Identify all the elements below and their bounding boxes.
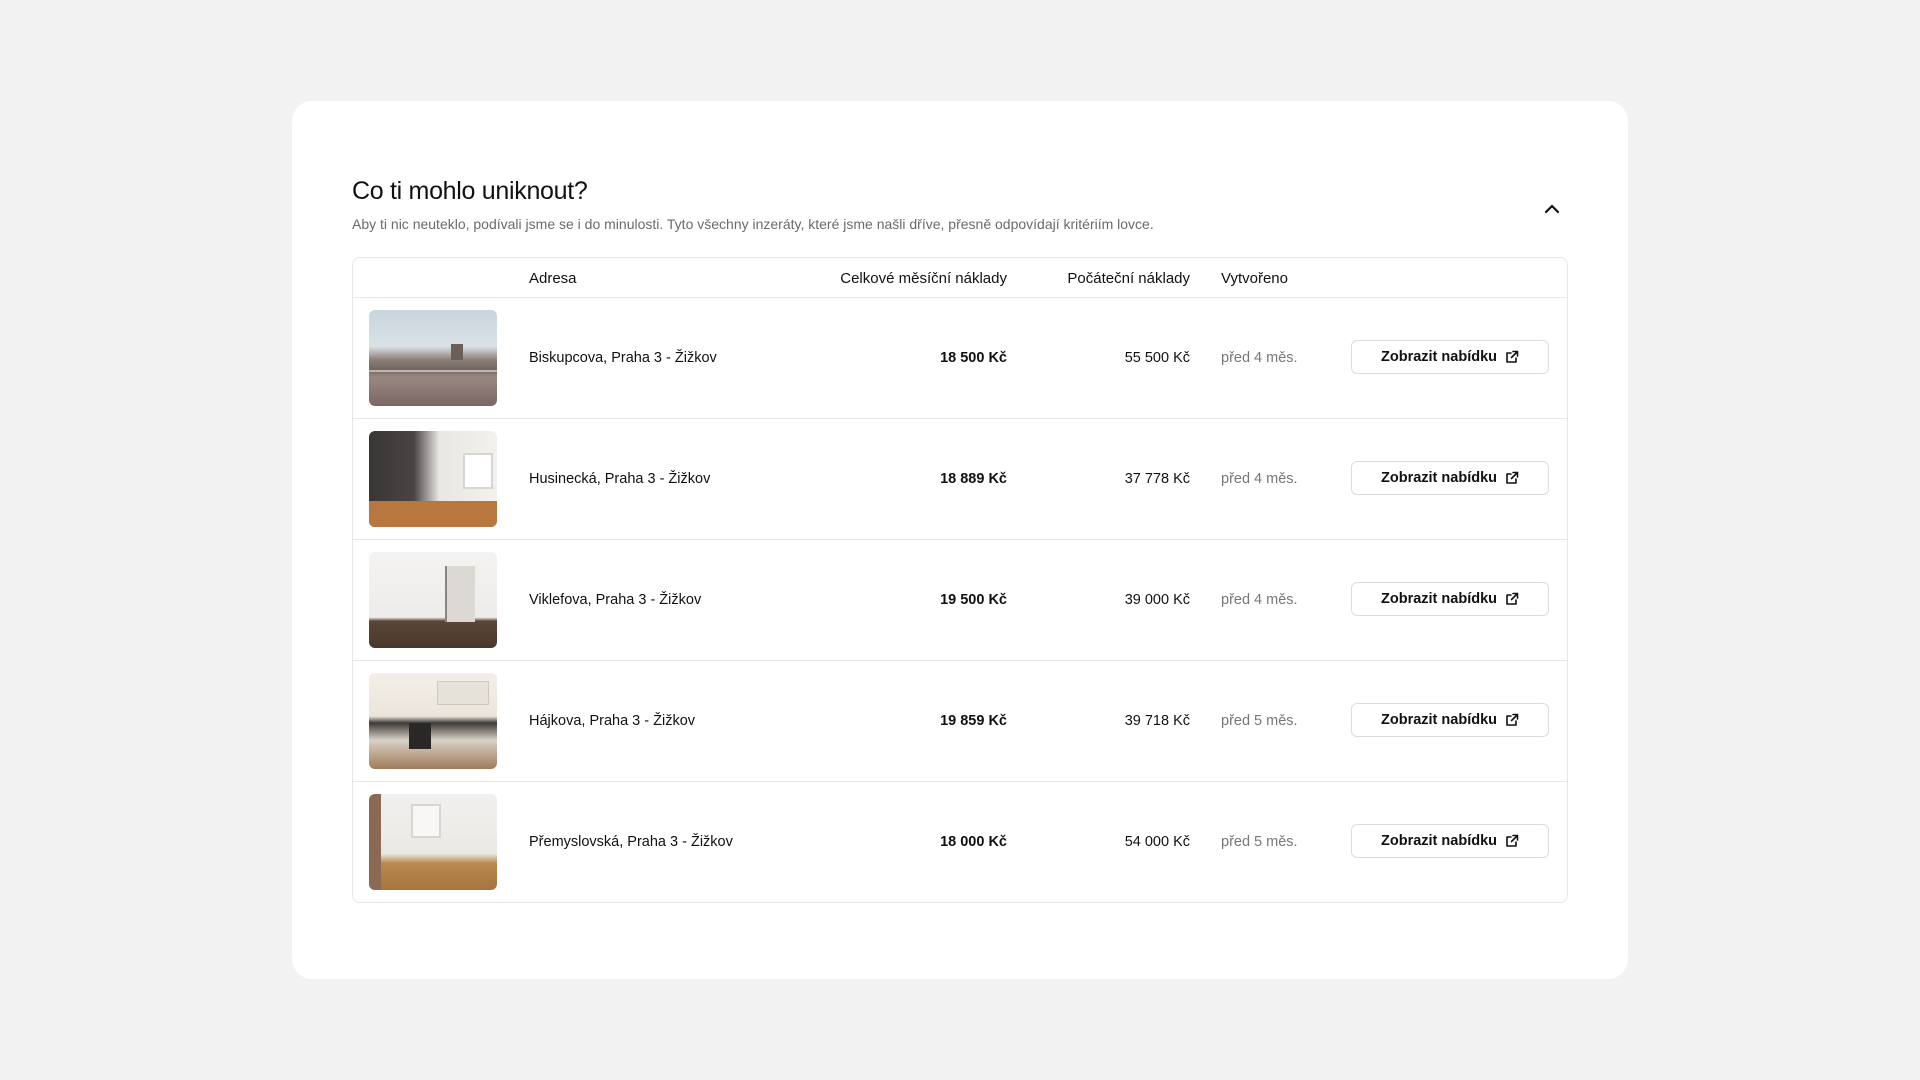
listing-initial-costs: 39 000 Kč — [1124, 592, 1190, 608]
table-row: Biskupcova, Praha 3 - Žižkov 18 500 Kč 5… — [353, 298, 1567, 419]
listing-address: Husinecká, Praha 3 - Žižkov — [529, 471, 711, 487]
view-offer-label: Zobrazit nabídku — [1381, 591, 1497, 607]
listing-address: Biskupcova, Praha 3 - Žižkov — [529, 350, 717, 366]
table-row: Hájkova, Praha 3 - Žižkov 19 859 Kč 39 7… — [353, 661, 1567, 782]
view-offer-label: Zobrazit nabídku — [1381, 470, 1497, 486]
listing-created: před 4 měs. — [1221, 592, 1298, 608]
section-title: Co ti mohlo uniknout? — [352, 177, 588, 205]
table-row: Přemyslovská, Praha 3 - Žižkov 18 000 Kč… — [353, 782, 1567, 902]
listings-table: Adresa Celkové měsíční náklady Počáteční… — [352, 257, 1568, 903]
listing-initial-costs: 55 500 Kč — [1124, 350, 1190, 366]
listing-address: Hájkova, Praha 3 - Žižkov — [529, 713, 696, 729]
external-link-icon — [1506, 713, 1519, 726]
table-row: Husinecká, Praha 3 - Žižkov 18 889 Kč 37… — [353, 419, 1567, 540]
listing-monthly-costs: 19 500 Kč — [940, 592, 1007, 608]
listing-photo[interactable] — [369, 552, 497, 648]
collapse-button[interactable] — [1536, 193, 1568, 225]
listing-address: Přemyslovská, Praha 3 - Žižkov — [529, 834, 733, 850]
listing-initial-costs: 54 000 Kč — [1124, 834, 1190, 850]
listing-initial-costs: 39 718 Kč — [1124, 713, 1190, 729]
listing-photo[interactable] — [369, 673, 497, 769]
table-row: Viklefova, Praha 3 - Žižkov 19 500 Kč 39… — [353, 540, 1567, 661]
table-header: Adresa Celkové měsíční náklady Počáteční… — [353, 258, 1567, 298]
view-offer-button[interactable]: Zobrazit nabídku — [1351, 824, 1549, 858]
external-link-icon — [1506, 471, 1519, 484]
view-offer-label: Zobrazit nabídku — [1381, 712, 1497, 728]
section-header: Co ti mohlo uniknout? Aby ti nic neutekl… — [352, 177, 1568, 232]
external-link-icon — [1506, 592, 1519, 605]
view-offer-button[interactable]: Zobrazit nabídku — [1351, 703, 1549, 737]
listing-monthly-costs: 18 500 Kč — [940, 350, 1007, 366]
view-offer-button[interactable]: Zobrazit nabídku — [1351, 461, 1549, 495]
listing-photo[interactable] — [369, 310, 497, 406]
listing-created: před 4 měs. — [1221, 471, 1298, 487]
view-offer-button[interactable]: Zobrazit nabídku — [1351, 582, 1549, 616]
listing-created: před 5 měs. — [1221, 713, 1298, 729]
listing-created: před 4 měs. — [1221, 350, 1298, 366]
listing-address: Viklefova, Praha 3 - Žižkov — [529, 592, 702, 608]
listing-photo[interactable] — [369, 794, 497, 890]
listing-monthly-costs: 19 859 Kč — [940, 713, 1007, 729]
header-created: Vytvořeno — [1221, 270, 1288, 287]
external-link-icon — [1506, 350, 1519, 363]
chevron-up-icon — [1544, 204, 1560, 214]
listing-monthly-costs: 18 889 Kč — [940, 471, 1007, 487]
header-initial-costs: Počáteční náklady — [1067, 270, 1190, 287]
view-offer-button[interactable]: Zobrazit nabídku — [1351, 340, 1549, 374]
header-monthly-costs: Celkové měsíční náklady — [840, 270, 1007, 287]
external-link-icon — [1506, 834, 1519, 847]
listing-monthly-costs: 18 000 Kč — [940, 834, 1007, 850]
section-subtitle: Aby ti nic neuteklo, podívali jsme se i … — [352, 216, 1154, 232]
view-offer-label: Zobrazit nabídku — [1381, 349, 1497, 365]
listing-initial-costs: 37 778 Kč — [1124, 471, 1190, 487]
view-offer-label: Zobrazit nabídku — [1381, 833, 1497, 849]
missed-listings-card: Co ti mohlo uniknout? Aby ti nic neutekl… — [292, 101, 1628, 979]
listing-photo[interactable] — [369, 431, 497, 527]
listing-created: před 5 měs. — [1221, 834, 1298, 850]
header-address: Adresa — [529, 270, 577, 287]
